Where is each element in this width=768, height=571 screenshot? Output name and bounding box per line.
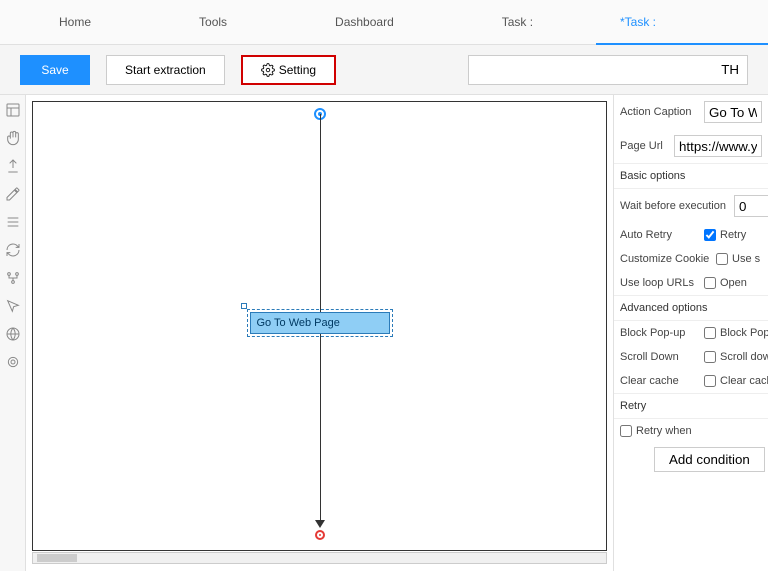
customize-cookie-label: Customize Cookie <box>620 253 712 265</box>
auto-retry-checkbox[interactable] <box>704 229 716 241</box>
left-rail <box>0 95 26 571</box>
action-caption-input[interactable] <box>704 101 762 123</box>
edit-icon[interactable] <box>4 185 22 203</box>
arrow-down-icon <box>315 520 325 528</box>
target-icon[interactable] <box>4 353 22 371</box>
page-url-label: Page Url <box>620 140 670 152</box>
properties-panel: Action Caption Page Url Basic options Wa… <box>613 95 768 571</box>
tab-dashboard[interactable]: Dashboard <box>311 0 418 45</box>
tab-tools[interactable]: Tools <box>175 0 251 45</box>
list-icon[interactable] <box>4 213 22 231</box>
setting-button-label: Setting <box>279 63 316 77</box>
setting-button[interactable]: Setting <box>241 55 336 85</box>
flow-node-label: Go To Web Page <box>257 317 340 329</box>
tab-task-new[interactable]: Task : New task <box>478 0 576 45</box>
action-caption-label: Action Caption <box>620 106 700 118</box>
tab-home[interactable]: Home <box>35 0 115 45</box>
scroll-down-chk-label: Scroll dow <box>720 351 768 363</box>
clear-cache-label: Clear cache <box>620 375 700 387</box>
flow-node-go-to-web[interactable]: Go To Web Page <box>250 312 390 334</box>
page-url-input[interactable] <box>674 135 762 157</box>
retry-section: Retry <box>614 393 768 419</box>
refresh-icon[interactable] <box>4 241 22 259</box>
retry-when-checkbox[interactable] <box>620 425 632 437</box>
main: Go To Web Page Action Caption Page Url B… <box>0 95 768 571</box>
resize-handle-icon[interactable] <box>241 303 247 309</box>
top-search-input[interactable] <box>468 55 748 85</box>
advanced-options-section: Advanced options <box>614 295 768 321</box>
workflow-canvas[interactable]: Go To Web Page <box>32 101 607 551</box>
tab-task-active[interactable]: *Task : THEBEST10Groceryi... <box>596 0 768 45</box>
block-popup-label: Block Pop-up <box>620 327 700 339</box>
block-popup-checkbox[interactable] <box>704 327 716 339</box>
use-loop-checkbox[interactable] <box>704 277 716 289</box>
customize-cookie-chk-label: Use s <box>732 253 760 265</box>
add-condition-button[interactable]: Add condition <box>654 447 765 472</box>
cursor-icon[interactable] <box>4 297 22 315</box>
basic-options-section: Basic options <box>614 163 768 189</box>
wait-before-input[interactable] <box>734 195 768 217</box>
start-extraction-button[interactable]: Start extraction <box>106 55 225 85</box>
scroll-down-checkbox[interactable] <box>704 351 716 363</box>
globe-icon[interactable] <box>4 325 22 343</box>
clear-cache-checkbox[interactable] <box>704 375 716 387</box>
hand-icon[interactable] <box>4 129 22 147</box>
block-popup-chk-label: Block Pop- <box>720 327 768 339</box>
hierarchy-icon[interactable] <box>4 269 22 287</box>
layout-icon[interactable] <box>4 101 22 119</box>
scrollbar-thumb[interactable] <box>37 554 77 562</box>
horizontal-scrollbar[interactable] <box>32 552 607 564</box>
use-loop-label: Use loop URLs <box>620 277 700 289</box>
customize-cookie-checkbox[interactable] <box>716 253 728 265</box>
retry-when-label: Retry when <box>636 425 692 437</box>
gear-icon <box>261 63 275 77</box>
use-loop-chk-label: Open <box>720 277 747 289</box>
top-tabs: Home Tools Dashboard Task : New task *Ta… <box>0 0 768 45</box>
canvas-wrap: Go To Web Page <box>26 95 613 571</box>
scroll-down-label: Scroll Down <box>620 351 700 363</box>
clear-cache-chk-label: Clear cach <box>720 375 768 387</box>
save-button[interactable]: Save <box>20 55 90 85</box>
auto-retry-label: Auto Retry <box>620 229 700 241</box>
wait-before-label: Wait before execution <box>620 200 730 212</box>
flow-end-node[interactable] <box>315 530 325 540</box>
auto-retry-chk-label: Retry <box>720 229 746 241</box>
upload-icon[interactable] <box>4 157 22 175</box>
